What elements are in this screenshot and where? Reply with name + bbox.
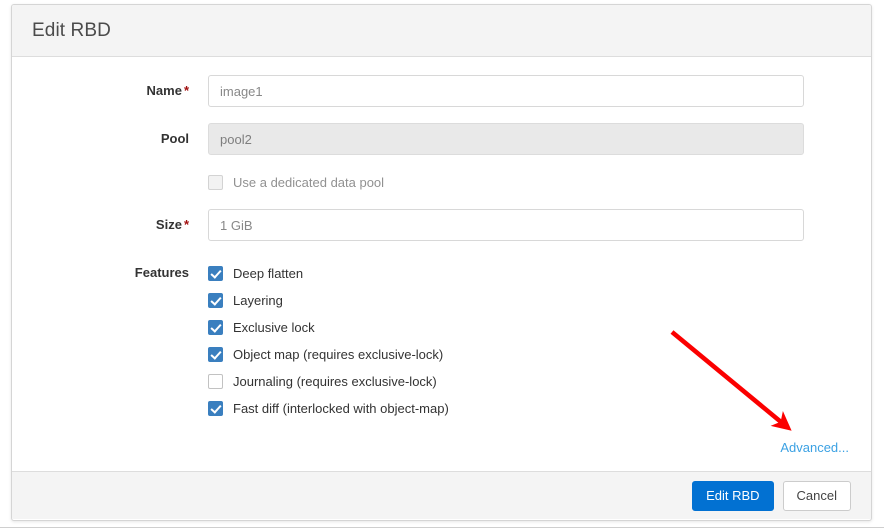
size-required-asterisk: * [183,217,189,232]
feature-row-exclusive-lock[interactable]: Exclusive lock [208,316,851,338]
edit-rbd-dialog: Edit RBD Name* Pool Use a dedicated data… [11,4,872,521]
feature-row-fast-diff[interactable]: Fast diff (interlocked with object-map) [208,397,851,419]
dedicated-data-pool-checkbox [208,174,223,190]
pool-control-wrap [208,123,851,155]
name-label: Name * [32,75,208,107]
pool-label: Pool [32,123,208,155]
feature-checkbox-deep-flatten[interactable] [208,265,223,281]
dialog-body: Name* Pool Use a dedicated data pool Siz… [12,57,871,471]
feature-label-exclusive-lock: Exclusive lock [233,319,315,335]
feature-checkbox-fast-diff[interactable] [208,400,223,416]
dialog-footer: Edit RBD Cancel [12,471,871,519]
form-row-name: Name * [32,75,851,107]
size-control-wrap [208,209,851,241]
features-label: Features [32,257,208,289]
features-checkbox-group: Deep flatten Layering Exclusive lock Obj… [208,257,851,424]
form-row-size: Size * [32,209,851,241]
feature-row-deep-flatten[interactable]: Deep flatten [208,262,851,284]
feature-label-object-map: Object map (requires exclusive-lock) [233,346,444,362]
dedicated-data-pool-row[interactable]: Use a dedicated data pool [32,171,851,193]
page-bottom-rule [0,527,884,532]
size-label: Size * [32,209,208,241]
dialog-header: Edit RBD [12,5,871,57]
feature-row-journaling[interactable]: Journaling (requires exclusive-lock) [208,370,851,392]
feature-row-layering[interactable]: Layering [208,289,851,311]
pool-label-text: Pool [160,131,189,146]
size-input[interactable] [208,209,804,241]
feature-label-layering: Layering [233,292,283,308]
feature-label-journaling: Journaling (requires exclusive-lock) [233,373,437,389]
name-control-wrap [208,75,851,107]
feature-row-object-map[interactable]: Object map (requires exclusive-lock) [208,343,851,365]
form-row-pool: Pool [32,123,851,155]
feature-checkbox-layering[interactable] [208,292,223,308]
dialog-title: Edit RBD [32,19,111,41]
size-label-text: Size [155,217,182,232]
form-row-features: Features Deep flatten Layering Exclusive… [32,257,851,424]
advanced-link[interactable]: Advanced... [780,440,849,455]
cancel-button[interactable]: Cancel [782,480,851,511]
features-label-text: Features [134,265,189,280]
dedicated-data-pool-label: Use a dedicated data pool [233,174,385,190]
feature-checkbox-object-map[interactable] [208,346,223,362]
feature-label-fast-diff: Fast diff (interlocked with object-map) [233,400,449,416]
feature-checkbox-exclusive-lock[interactable] [208,319,223,335]
advanced-link-wrap: Advanced... [32,440,851,455]
name-required-asterisk: * [183,83,189,98]
pool-input [208,123,804,155]
edit-rbd-submit-button[interactable]: Edit RBD [692,480,774,511]
feature-label-deep-flatten: Deep flatten [233,265,304,281]
name-input[interactable] [208,75,804,107]
feature-checkbox-journaling[interactable] [208,373,223,389]
name-label-text: Name [146,83,182,98]
